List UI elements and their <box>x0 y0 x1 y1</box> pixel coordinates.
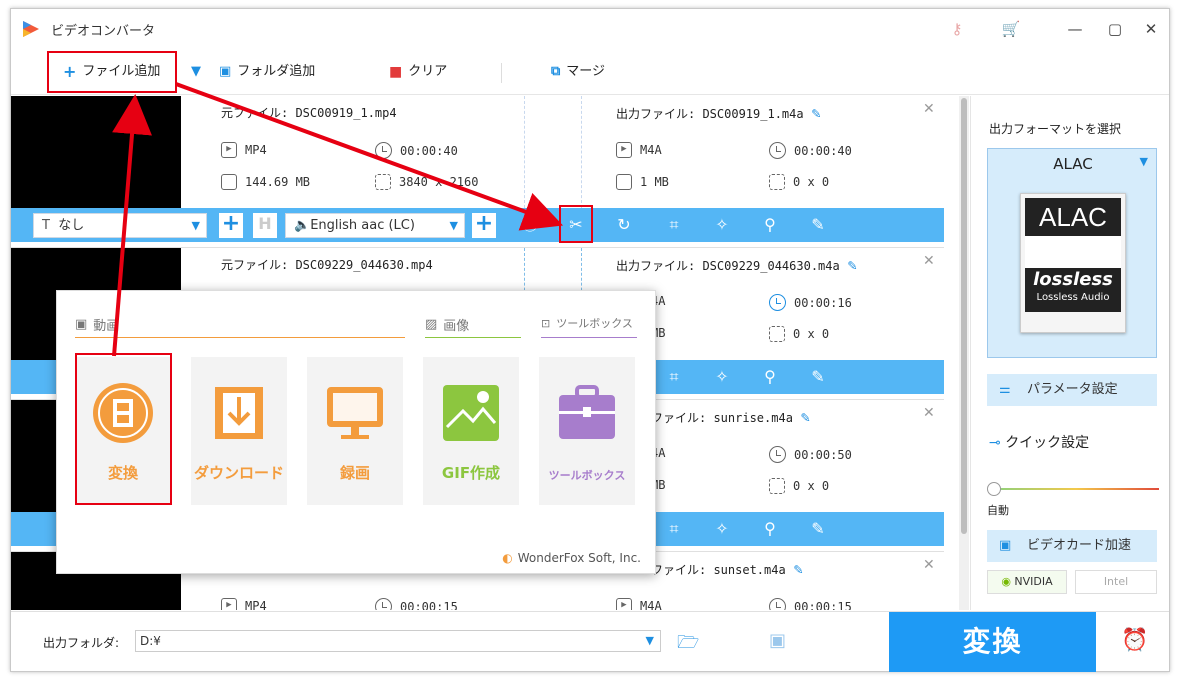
annotation-arrows <box>112 82 564 357</box>
